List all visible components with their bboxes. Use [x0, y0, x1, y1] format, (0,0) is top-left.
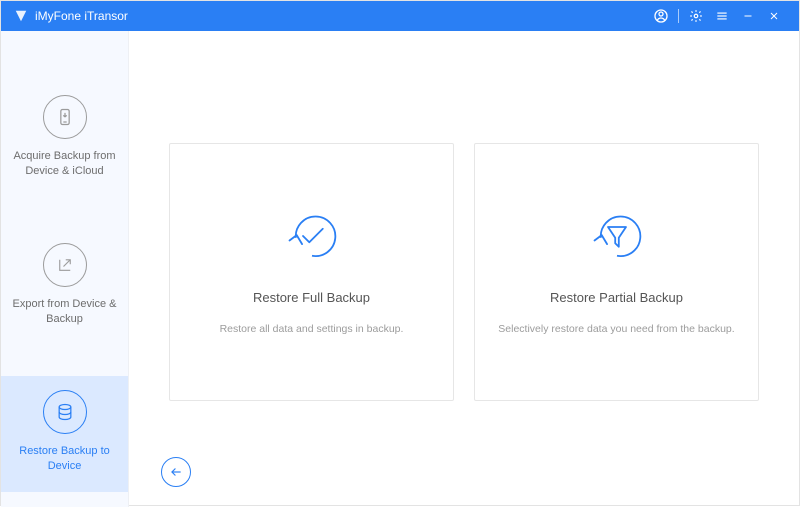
main-content: Restore Full Backup Restore all data and…: [129, 31, 799, 507]
card-title: Restore Full Backup: [253, 290, 370, 305]
sidebar: Acquire Backup from Device & iCloud Expo…: [1, 31, 129, 507]
card-restore-full-backup[interactable]: Restore Full Backup Restore all data and…: [169, 143, 454, 401]
app-logo-icon: [13, 8, 29, 24]
back-button[interactable]: [161, 457, 191, 487]
app-title: iMyFone iTransor: [35, 9, 128, 23]
sidebar-item-label: Restore Backup to Device: [9, 444, 120, 474]
settings-icon[interactable]: [683, 1, 709, 31]
phone-download-icon: [43, 95, 87, 139]
card-title: Restore Partial Backup: [550, 290, 683, 305]
export-icon: [43, 243, 87, 287]
titlebar-separator: [678, 9, 679, 23]
sidebar-item-label: Acquire Backup from Device & iCloud: [9, 149, 120, 179]
close-button[interactable]: [761, 1, 787, 31]
database-restore-icon: [43, 390, 87, 434]
card-description: Restore all data and settings in backup.: [220, 323, 404, 335]
sidebar-item-export[interactable]: Export from Device & Backup: [1, 229, 128, 345]
checkmark-circle-icon: [285, 209, 339, 268]
minimize-button[interactable]: [735, 1, 761, 31]
account-icon[interactable]: [648, 1, 674, 31]
filter-circle-icon: [590, 209, 644, 268]
titlebar: iMyFone iTransor: [1, 1, 799, 31]
sidebar-item-acquire-backup[interactable]: Acquire Backup from Device & iCloud: [1, 81, 128, 197]
sidebar-item-restore-backup[interactable]: Restore Backup to Device: [1, 376, 128, 492]
sidebar-item-label: Export from Device & Backup: [9, 297, 120, 327]
menu-icon[interactable]: [709, 1, 735, 31]
card-restore-partial-backup[interactable]: Restore Partial Backup Selectively resto…: [474, 143, 759, 401]
card-description: Selectively restore data you need from t…: [498, 323, 734, 335]
